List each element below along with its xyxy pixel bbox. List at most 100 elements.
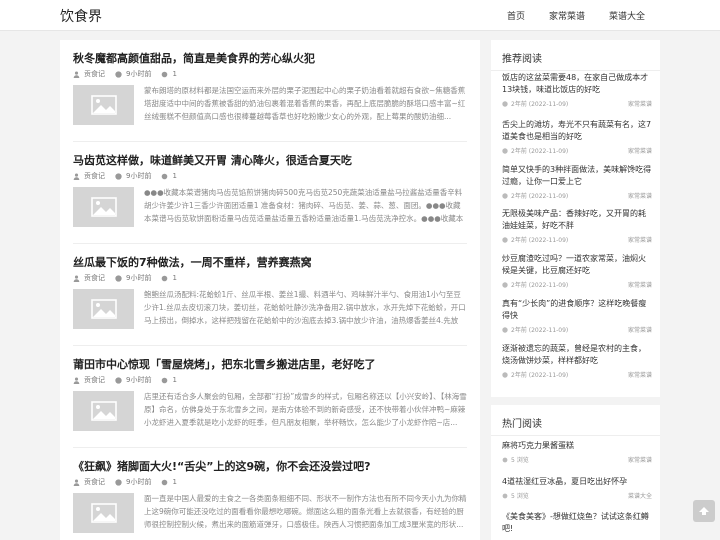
views: 1 [161, 172, 177, 180]
nav-home-recipes[interactable]: 家常菜谱 [549, 9, 585, 22]
article-meta: 贡食记 9小时前 1 [73, 273, 187, 283]
nav-all-recipes[interactable]: 菜谱大全 [609, 9, 645, 22]
site-logo[interactable]: 饮食界 [60, 6, 102, 26]
article-thumbnail[interactable] [73, 187, 134, 227]
article-thumbnail[interactable] [73, 85, 134, 125]
main-nav: 首页 家常菜谱 菜谱大全 [483, 9, 645, 22]
recommend-item-title[interactable]: 逐渐被遗忘的蔬菜，曾经是农村的主食，烧汤做饼炒菜，样样都好吃 [502, 343, 652, 367]
category-link[interactable]: 家常菜谱 [628, 191, 652, 200]
clock-icon [502, 192, 508, 199]
article-card: 《狂飙》猪脚面大火!“舌尖”上的这9碗，你不会还没尝过吧? 贡食记 9小时前 1… [73, 448, 467, 540]
user-icon [73, 275, 80, 282]
article-card: 莆田市中心惊现「雪屋烧烤」，把东北雪乡搬进店里，老好吃了 贡食记 9小时前 1 … [73, 346, 467, 448]
recommend-item[interactable]: 真有“少长肉”的进食顺序？这样吃晚餐瘦得快 2年前 (2022-11-09) 家… [502, 298, 652, 334]
clock-icon [502, 371, 508, 378]
article-title[interactable]: 马齿苋这样做，味道鲜美又开胃 清心降火，很适合夏天吃 [73, 152, 352, 168]
article-excerpt: 面一直是中国人最爱的主食之一各类面条粗细不同、形状不一制作方法也有所不同今天小九… [144, 494, 467, 529]
arrow-up-icon [699, 507, 709, 515]
image-placeholder-icon [90, 299, 117, 319]
article-thumbnail[interactable] [73, 289, 134, 329]
category-link[interactable]: 家常菜谱 [628, 280, 652, 289]
hot-widget: 热门阅读 麻将巧克力果酱蛋糕 5 浏览 家常菜谱 4道祛湿红豆冰晶，夏日吃出好怀… [491, 405, 660, 540]
category-link[interactable]: 家常菜谱 [628, 455, 652, 464]
recommend-item-meta: 2年前 (2022-11-09) 家常菜谱 [502, 325, 652, 334]
recommend-item-meta: 2年前 (2022-11-09) 家常菜谱 [502, 235, 652, 244]
article-meta: 贡食记 9小时前 1 [73, 171, 187, 181]
article-meta: 贡食记 9小时前 1 [73, 375, 187, 385]
nav-home[interactable]: 首页 [507, 9, 525, 22]
recommend-item-title[interactable]: 饭店的这盆菜需要48，在家自己做成本才13块钱，味道比饭店的好吃 [502, 72, 652, 96]
eye-icon [162, 479, 168, 485]
eye-icon [162, 71, 168, 77]
clock-icon [115, 172, 122, 180]
recommend-item-meta: 2年前 (2022-11-09) 家常菜谱 [502, 99, 652, 108]
hot-item[interactable]: 4道祛湿红豆冰晶，夏日吃出好怀孕 5 浏览 菜谱大全 [502, 476, 652, 500]
article-card: 秋冬魔都高颜值甜品，简直是美食界的芳心纵火犯 贡食记 9小时前 1 蒙布朗塔的原… [73, 40, 467, 142]
article-excerpt: 蒙布朗塔的原材料都是法国空运而来外层的栗子泥围起中心的栗子奶油看着就超有食欲~焦… [144, 86, 466, 121]
recommend-item-title[interactable]: 真有“少长肉”的进食顺序？这样吃晚餐瘦得快 [502, 298, 652, 322]
article-thumbnail[interactable] [73, 391, 134, 431]
article-list: 秋冬魔都高颜值甜品，简直是美食界的芳心纵火犯 贡食记 9小时前 1 蒙布朗塔的原… [60, 40, 480, 540]
user-icon [73, 173, 80, 180]
recommend-item-meta: 2年前 (2022-11-09) 家常菜谱 [502, 146, 652, 155]
recommend-item[interactable]: 无限极美味产品：香辣好吃，又开胃的耗油娃娃菜，好吃不胖 2年前 (2022-11… [502, 208, 652, 244]
recommend-item-title[interactable]: 简单又快手的3种拌面做法，美味解馋吃得过瘾，让你一口爱上它 [502, 164, 652, 188]
hot-item[interactable]: 麻将巧克力果酱蛋糕 5 浏览 家常菜谱 [502, 440, 652, 464]
category-link[interactable]: 菜谱大全 [628, 491, 652, 500]
time: 9小时前 [115, 69, 151, 79]
article-card: 马齿苋这样做，味道鲜美又开胃 清心降火，很适合夏天吃 贡食记 9小时前 1 ●●… [73, 142, 467, 244]
hot-item[interactable]: 《美食美客》-想做红烧鱼？试试这条红鳟吧! [502, 511, 652, 535]
recommend-item-title[interactable]: 无限极美味产品：香辣好吃，又开胃的耗油娃娃菜，好吃不胖 [502, 208, 652, 232]
image-placeholder-icon [90, 197, 117, 217]
clock-icon [115, 274, 122, 282]
hot-item-meta: 5 浏览 家常菜谱 [502, 455, 652, 464]
clock-icon [115, 70, 122, 78]
category-link[interactable]: 家常菜谱 [628, 235, 652, 244]
hot-item-title[interactable]: 《美食美客》-想做红烧鱼？试试这条红鳟吧! [502, 511, 652, 535]
recommend-item-meta: 2年前 (2022-11-09) 家常菜谱 [502, 191, 652, 200]
author: 贡食记 [73, 69, 105, 79]
article-title[interactable]: 《狂飙》猪脚面大火!“舌尖”上的这9碗，你不会还没尝过吧? [73, 458, 371, 474]
eye-icon [162, 377, 168, 383]
site-header: 饮食界 首页 家常菜谱 菜谱大全 [0, 0, 720, 31]
clock-icon [502, 236, 508, 243]
recommend-item[interactable]: 逐渐被遗忘的蔬菜，曾经是农村的主食，烧汤做饼炒菜，样样都好吃 2年前 (2022… [502, 343, 652, 379]
hot-item-title[interactable]: 麻将巧克力果酱蛋糕 [502, 440, 652, 452]
article-excerpt: ●●●收藏本菜谱猪肉马齿苋馅煎饼猪肉碎500克马齿苋250克蔬菜油适量盐马拉酱盐… [144, 188, 464, 223]
recommend-item[interactable]: 简单又快手的3种拌面做法，美味解馋吃得过瘾，让你一口爱上它 2年前 (2022-… [502, 164, 652, 200]
category-link[interactable]: 家常菜谱 [628, 99, 652, 108]
scroll-to-top-button[interactable] [693, 500, 715, 522]
views: 1 [161, 70, 177, 78]
recommend-item-title[interactable]: 炒豆腐渣吃过吗？一道农家常菜，油焖火候是关键，比豆腐还好吃 [502, 253, 652, 277]
recommend-item[interactable]: 舌尖上的滩坊，寿光不只有蔬菜有名，这7道美食也是相当的好吃 2年前 (2022-… [502, 119, 652, 155]
hot-item-meta: 5 浏览 菜谱大全 [502, 491, 652, 500]
category-link[interactable]: 家常菜谱 [628, 146, 652, 155]
clock-icon [502, 147, 508, 154]
clock-icon [502, 326, 508, 333]
recommend-item-meta: 2年前 (2022-11-09) 家常菜谱 [502, 280, 652, 289]
article-title[interactable]: 丝瓜最下饭的7种做法，一周不重样，营养赛燕窝 [73, 254, 312, 270]
views: 1 [161, 274, 177, 282]
category-link[interactable]: 家常菜谱 [628, 370, 652, 379]
article-card: 丝瓜最下饭的7种做法，一周不重样，营养赛燕窝 贡食记 9小时前 1 鲍鲍丝瓜汤配… [73, 244, 467, 346]
article-thumbnail[interactable] [73, 493, 134, 533]
author: 贡食记 [73, 477, 105, 487]
time: 9小时前 [115, 171, 151, 181]
article-meta: 贡食记 9小时前 1 [73, 477, 187, 487]
category-link[interactable]: 家常菜谱 [628, 325, 652, 334]
recommend-item-title[interactable]: 舌尖上的滩坊，寿光不只有蔬菜有名，这7道美食也是相当的好吃 [502, 119, 652, 143]
author: 贡食记 [73, 273, 105, 283]
author: 贡食记 [73, 171, 105, 181]
recommend-item-meta: 2年前 (2022-11-09) 家常菜谱 [502, 370, 652, 379]
recommend-item[interactable]: 炒豆腐渣吃过吗？一道农家常菜，油焖火候是关键，比豆腐还好吃 2年前 (2022-… [502, 253, 652, 289]
clock-icon [502, 281, 508, 288]
time: 9小时前 [115, 273, 151, 283]
eye-icon [502, 493, 508, 498]
article-title[interactable]: 秋冬魔都高颜值甜品，简直是美食界的芳心纵火犯 [73, 50, 315, 66]
recommend-item[interactable]: 饭店的这盆菜需要48，在家自己做成本才13块钱，味道比饭店的好吃 2年前 (20… [502, 72, 652, 108]
user-icon [73, 479, 80, 486]
author: 贡食记 [73, 375, 105, 385]
image-placeholder-icon [90, 95, 117, 115]
article-title[interactable]: 莆田市中心惊现「雪屋烧烤」，把东北雪乡搬进店里，老好吃了 [73, 356, 376, 372]
hot-item-title[interactable]: 4道祛湿红豆冰晶，夏日吃出好怀孕 [502, 476, 652, 488]
